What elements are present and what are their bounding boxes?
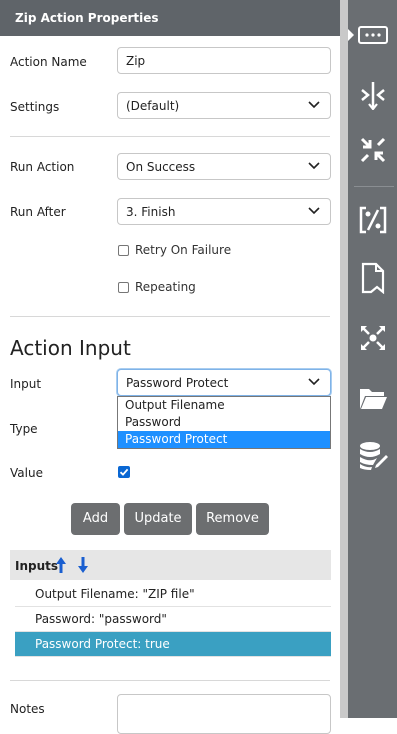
input-select[interactable]: Password Protect	[117, 369, 331, 396]
retry-on-failure-checkbox[interactable]	[118, 245, 129, 256]
settings-label: Settings	[10, 100, 60, 114]
rail-item-database[interactable]	[348, 436, 397, 476]
rail-item-document[interactable]	[348, 258, 397, 298]
inputs-list-header: Inputs	[10, 550, 331, 580]
type-label: Type	[10, 422, 38, 436]
inputs-list-item-selected[interactable]: Password Protect: true	[15, 632, 331, 657]
retry-on-failure-label[interactable]: Retry On Failure	[135, 243, 231, 257]
input-dropdown-list: Output Filename Password Password Protec…	[117, 396, 331, 449]
dropdown-option-output-filename[interactable]: Output Filename	[118, 397, 330, 414]
scatter-arrows-icon	[360, 326, 385, 350]
input-select-value: Password Protect	[126, 376, 229, 390]
action-name-label: Action Name	[10, 55, 87, 69]
value-label: Value	[10, 466, 43, 480]
ellipsis-box-icon	[357, 26, 388, 44]
settings-select-value: (Default)	[126, 99, 180, 113]
rail-divider	[354, 186, 394, 187]
move-down-icon[interactable]	[77, 556, 89, 574]
rail-item-merge[interactable]	[348, 75, 397, 115]
notes-textarea[interactable]	[117, 694, 331, 734]
merge-arrows-icon	[360, 82, 385, 110]
chevron-down-icon	[308, 378, 320, 386]
database-edit-icon	[359, 442, 388, 470]
move-up-icon[interactable]	[55, 556, 67, 574]
run-after-select-value: 3. Finish	[126, 205, 176, 219]
divider	[10, 680, 330, 681]
chevron-down-icon	[308, 207, 320, 215]
value-checkbox[interactable]	[118, 466, 130, 478]
divider	[10, 316, 330, 317]
checkmark-icon	[119, 468, 129, 476]
dropdown-option-password[interactable]: Password	[118, 414, 330, 431]
icon-rail	[348, 0, 397, 718]
panel-scrollbar[interactable]	[340, 0, 348, 718]
rail-item-properties[interactable]	[348, 15, 397, 55]
remove-button[interactable]: Remove	[196, 503, 269, 535]
run-action-select[interactable]: On Success	[117, 153, 331, 180]
rail-item-code[interactable]	[348, 200, 397, 240]
action-input-title: Action Input	[10, 336, 131, 360]
input-label: Input	[10, 377, 42, 391]
chevron-down-icon	[308, 162, 320, 170]
properties-panel: Zip Action Properties Action Name Zip Se…	[0, 0, 340, 734]
inputs-header-label: Inputs	[15, 559, 59, 573]
settings-select[interactable]: (Default)	[117, 92, 331, 119]
update-button[interactable]: Update	[124, 503, 192, 535]
chevron-down-icon	[308, 101, 320, 109]
percent-code-icon	[359, 206, 386, 234]
rail-item-collapse[interactable]	[348, 130, 397, 170]
inputs-list-item[interactable]: Password: "password"	[15, 607, 331, 632]
panel-title: Zip Action Properties	[0, 0, 340, 36]
document-ribbon-icon	[361, 262, 384, 294]
run-after-label: Run After	[10, 205, 66, 219]
action-name-input[interactable]: Zip	[117, 47, 331, 74]
inputs-list-item[interactable]: Output Filename: "ZIP file"	[15, 582, 331, 607]
run-action-label: Run Action	[10, 160, 75, 174]
repeating-checkbox[interactable]	[118, 282, 129, 293]
dropdown-option-password-protect[interactable]: Password Protect	[118, 431, 330, 448]
divider	[10, 136, 330, 137]
add-button[interactable]: Add	[71, 503, 120, 535]
notes-label: Notes	[10, 702, 45, 716]
collapse-arrows-icon	[360, 137, 385, 163]
repeating-label[interactable]: Repeating	[135, 280, 196, 294]
folder-icon	[359, 389, 387, 409]
run-action-select-value: On Success	[126, 160, 196, 174]
inputs-list: Inputs Output Filename: "ZIP file" Passw…	[10, 550, 331, 657]
run-after-select[interactable]: 3. Finish	[117, 198, 331, 225]
rail-item-folder[interactable]	[348, 378, 397, 418]
rail-item-scatter[interactable]	[348, 318, 397, 358]
